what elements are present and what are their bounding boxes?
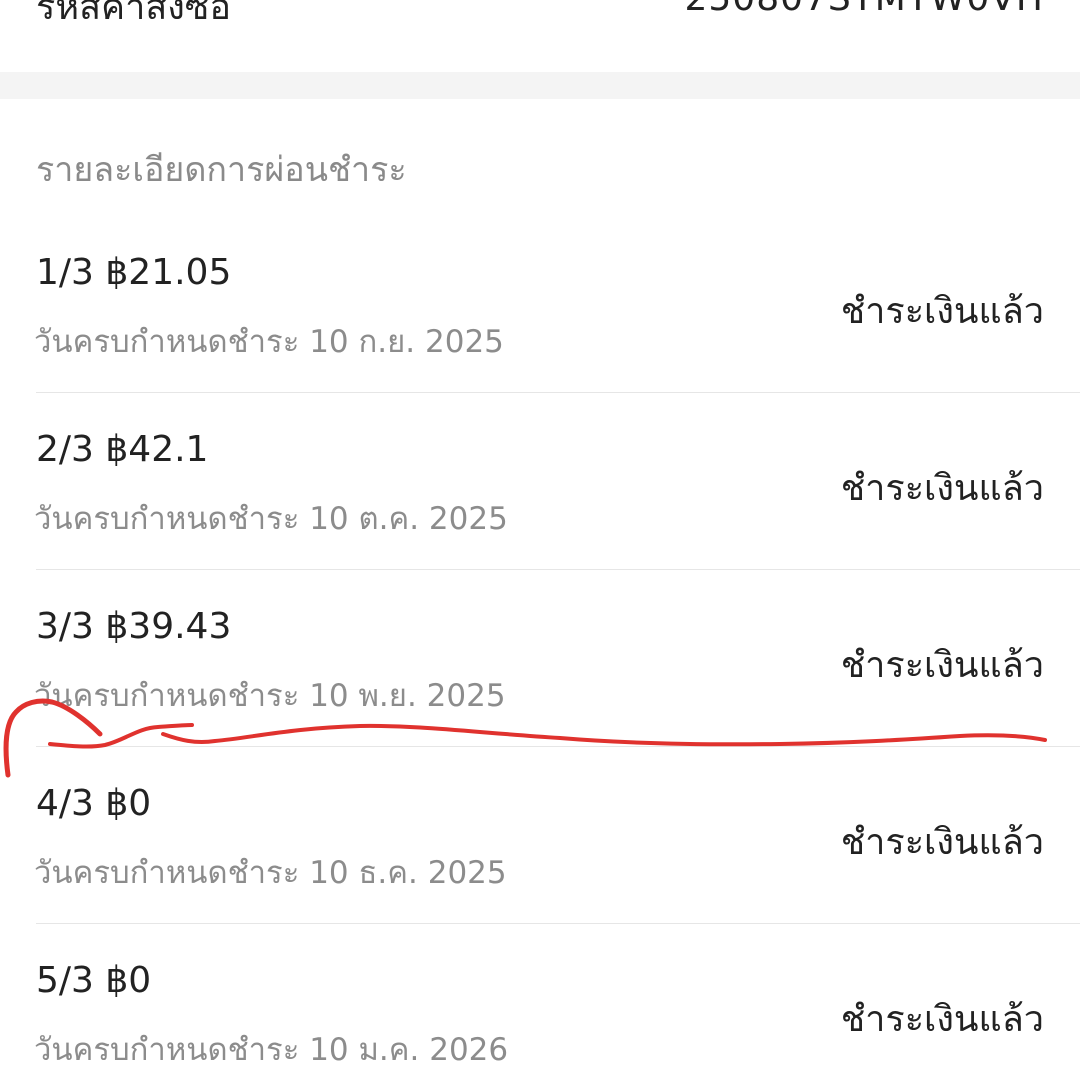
installment-list: 1/3 ฿21.05 วันครบกำหนดชำระ 10 ก.ย. 2025 …: [0, 216, 1080, 1089]
installment-due-date: วันครบกำหนดชำระ 10 ม.ค. 2026: [34, 1032, 509, 1068]
installment-status: ชำระเงินแล้ว: [840, 645, 1044, 686]
installment-status: ชำระเงินแล้ว: [840, 999, 1044, 1040]
order-id-value: 250807STMTW0VH: [684, 0, 1044, 19]
installment-due-date: วันครบกำหนดชำระ 10 ธ.ค. 2025: [34, 855, 507, 891]
installment-row-4[interactable]: 4/3 ฿0 วันครบกำหนดชำระ 10 ธ.ค. 2025 ชำระ…: [0, 747, 1080, 924]
installment-amount: 1/3 ฿21.05: [36, 252, 232, 293]
installment-row-3[interactable]: 3/3 ฿39.43 วันครบกำหนดชำระ 10 พ.ย. 2025 …: [0, 570, 1080, 747]
section-separator: [0, 72, 1080, 99]
installment-amount: 3/3 ฿39.43: [36, 606, 232, 647]
order-id-row: รหัสคำสั่งซื้อ 250807STMTW0VH: [0, 0, 1080, 72]
installment-due-date: วันครบกำหนดชำระ 10 ต.ค. 2025: [34, 501, 508, 537]
installment-details-screen: รหัสคำสั่งซื้อ 250807STMTW0VH รายละเอียด…: [0, 0, 1080, 1089]
installment-row-2[interactable]: 2/3 ฿42.1 วันครบกำหนดชำระ 10 ต.ค. 2025 ช…: [0, 393, 1080, 570]
installment-status: ชำระเงินแล้ว: [840, 291, 1044, 332]
installment-due-date: วันครบกำหนดชำระ 10 พ.ย. 2025: [34, 678, 506, 714]
installment-row-5[interactable]: 5/3 ฿0 วันครบกำหนดชำระ 10 ม.ค. 2026 ชำระ…: [0, 924, 1080, 1089]
installment-due-date: วันครบกำหนดชำระ 10 ก.ย. 2025: [34, 324, 504, 360]
installment-status: ชำระเงินแล้ว: [840, 822, 1044, 863]
installment-amount: 4/3 ฿0: [36, 783, 152, 824]
installment-amount: 5/3 ฿0: [36, 960, 152, 1001]
order-id-label: รหัสคำสั่งซื้อ: [36, 0, 231, 28]
installment-status: ชำระเงินแล้ว: [840, 468, 1044, 509]
installment-amount: 2/3 ฿42.1: [36, 429, 209, 470]
installment-section-title: รายละเอียดการผ่อนชำระ: [36, 150, 407, 190]
installment-row-1[interactable]: 1/3 ฿21.05 วันครบกำหนดชำระ 10 ก.ย. 2025 …: [0, 216, 1080, 393]
